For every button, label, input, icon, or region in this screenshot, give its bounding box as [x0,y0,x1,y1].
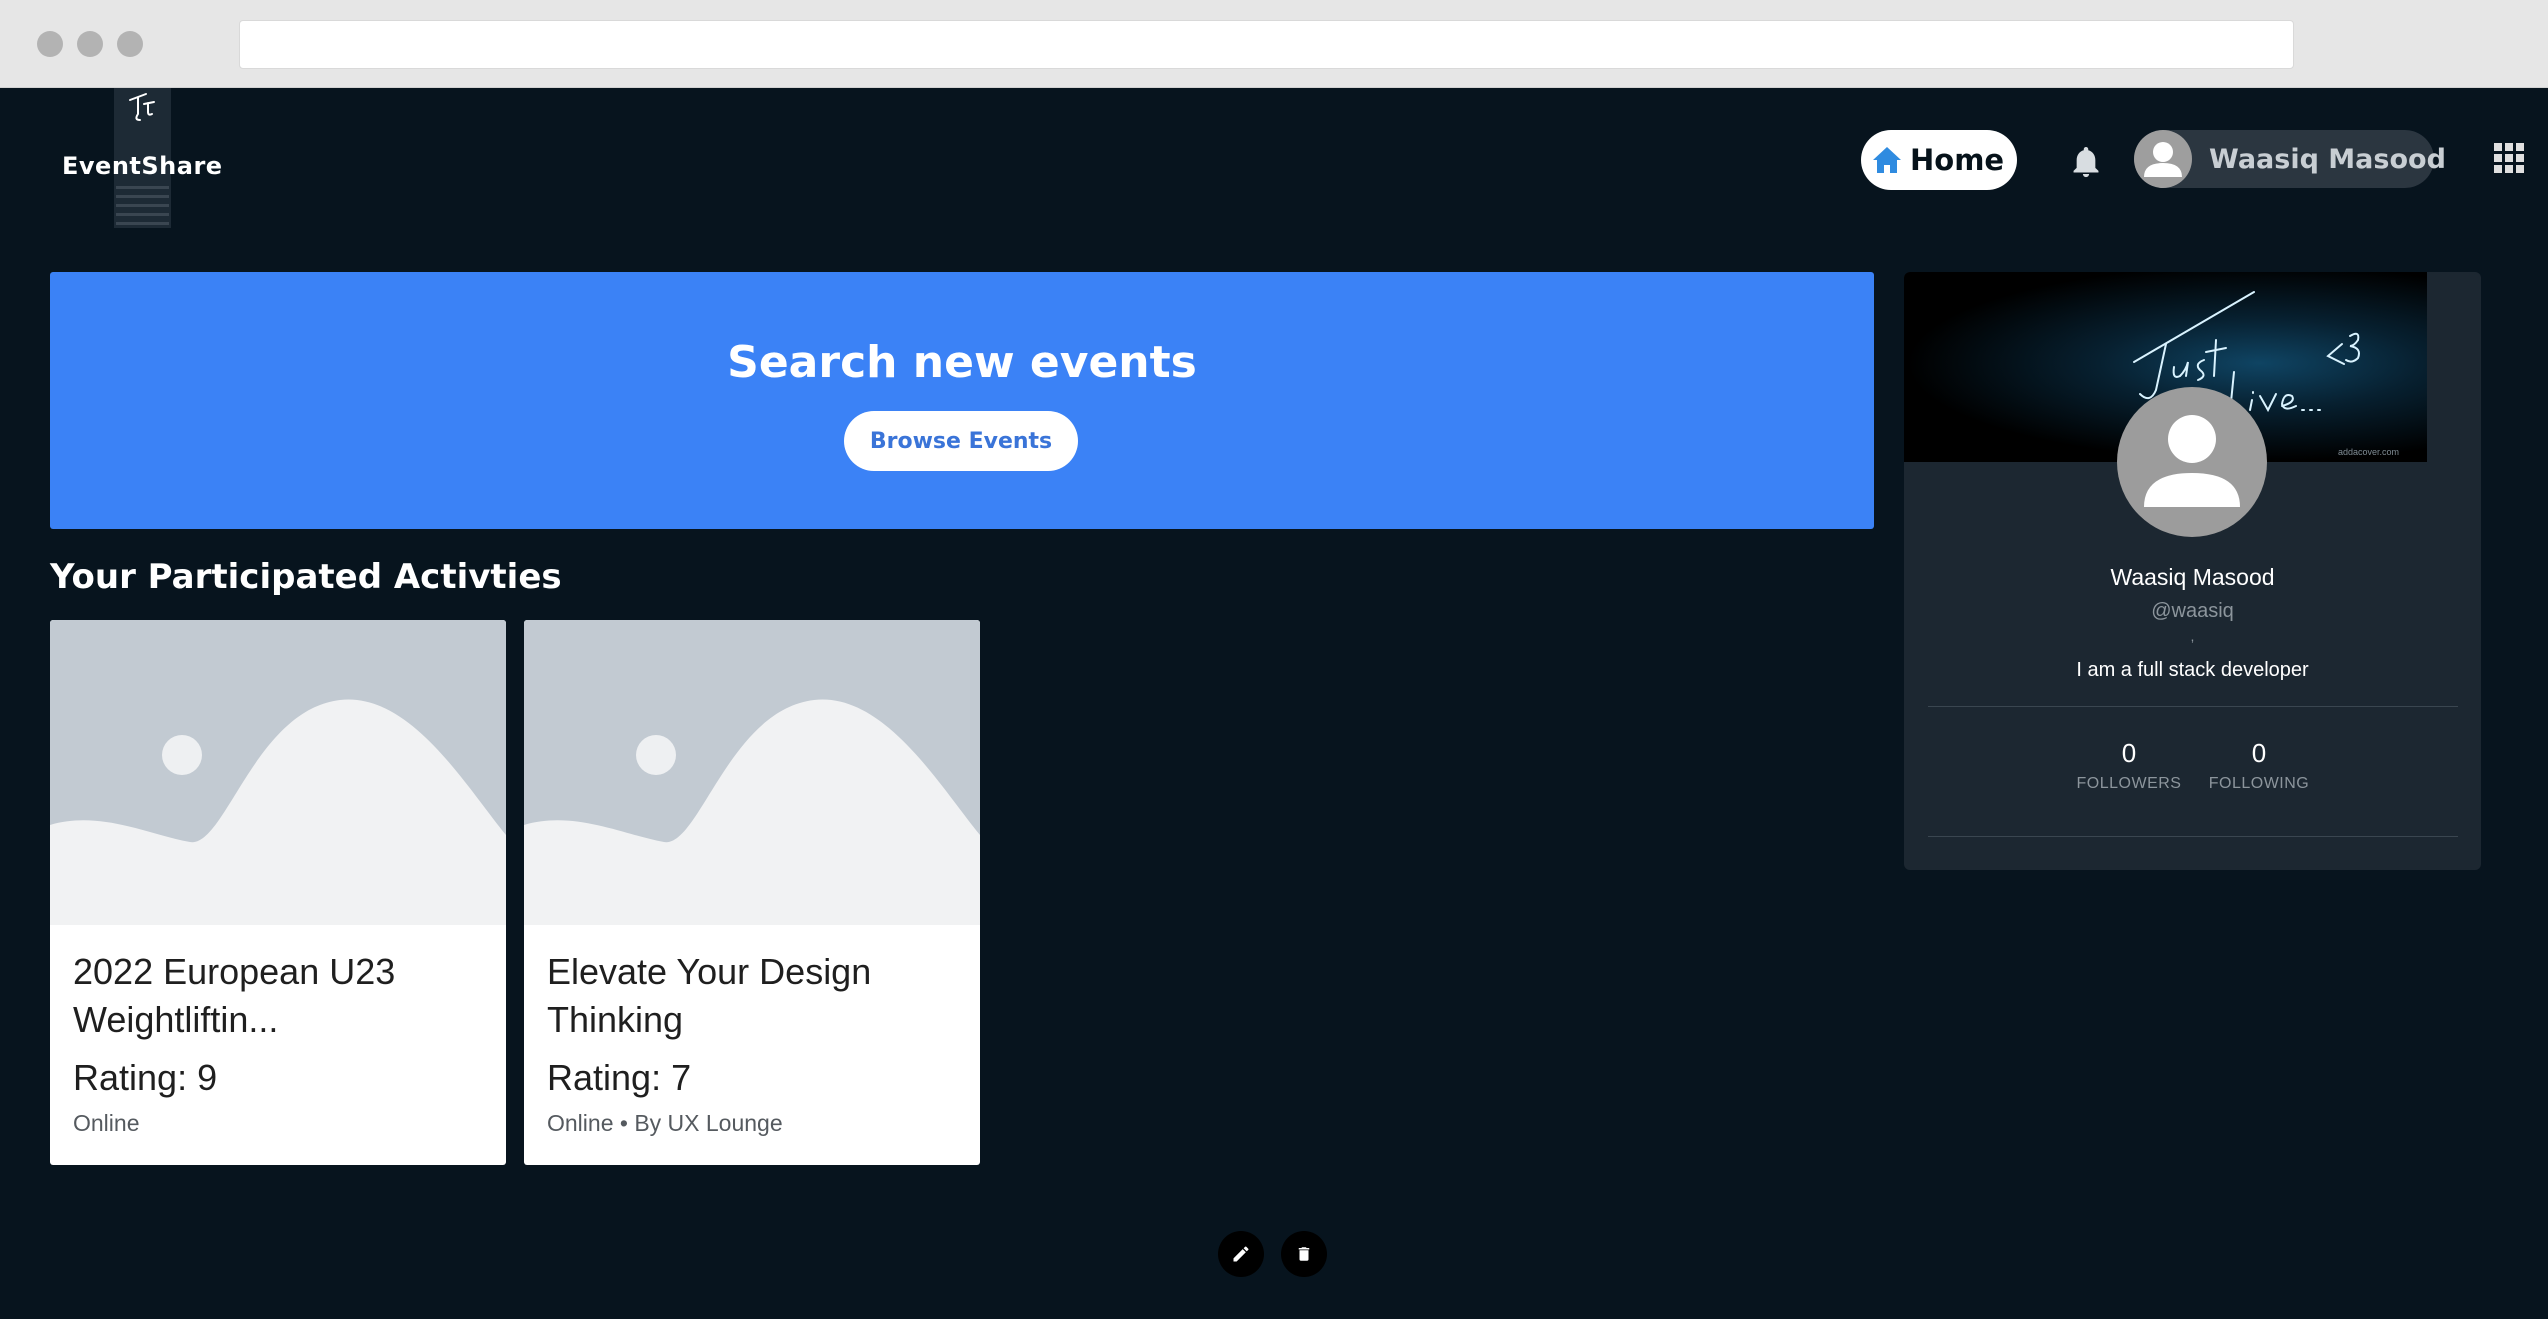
browse-events-button[interactable]: Browse Events [844,411,1078,471]
profile-card: addacover.com Waasiq Masood @waasiq , I … [1904,272,2481,870]
activity-rating: Rating: 9 [73,1057,218,1098]
activity-rating: Rating: 7 [547,1057,692,1098]
edit-button[interactable] [1218,1231,1264,1277]
logo-icon [129,93,155,121]
brand-name[interactable]: EventShare [62,152,223,180]
followers-stat[interactable]: 0 FOLLOWERS [2074,738,2184,793]
window-minimize-dot[interactable] [77,31,103,57]
window-maximize-dot[interactable] [117,31,143,57]
browser-chrome [0,0,2548,88]
home-label: Home [1910,143,2005,177]
profile-name: Waasiq Masood [2110,564,2275,590]
pencil-icon [1233,1246,1249,1262]
divider [1928,706,2458,707]
activity-card[interactable]: 2022 European U23 Weightliftin... Rating… [50,620,506,1165]
bell-icon[interactable] [2069,146,2103,180]
window-close-dot[interactable] [37,31,63,57]
delete-button[interactable] [1281,1231,1327,1277]
home-icon [1873,147,1901,173]
profile-avatar [2117,387,2267,537]
activity-title: Elevate Your Design Thinking [547,951,872,1040]
grid-icon[interactable] [2494,143,2524,173]
image-placeholder-icon [524,620,980,925]
image-placeholder-icon [50,620,506,925]
followers-count: 0 [2121,738,2137,768]
avatar [2134,130,2192,188]
activity-meta: Online [73,1110,140,1136]
divider [1928,836,2458,837]
cover-site: addacover.com [2338,447,2399,457]
profile-bio: I am a full stack developer [2076,659,2309,681]
address-bar[interactable] [239,20,2294,69]
section-title: Your Participated Activties [50,557,562,597]
activity-card[interactable]: Elevate Your Design Thinking Rating: 7 O… [524,620,980,1165]
following-stat[interactable]: 0 FOLLOWING [2204,738,2314,793]
search-events-banner: Search new events Browse Events [50,272,1874,529]
trash-icon [1298,1247,1310,1261]
followers-label: FOLLOWERS [2076,775,2182,792]
user-name: Waasiq Masood [2209,143,2446,175]
following-count: 0 [2251,738,2267,768]
user-menu-button[interactable]: Waasiq Masood [2134,130,2446,188]
home-button[interactable]: Home [1861,130,2017,190]
activity-title: 2022 European U23 Weightliftin... [73,951,396,1040]
profile-handle: @waasiq [2151,600,2234,622]
activity-meta: Online • By UX Lounge [547,1110,783,1136]
profile-separator: , [2190,628,2195,644]
banner-title: Search new events [727,337,1197,388]
following-label: FOLLOWING [2208,775,2310,792]
